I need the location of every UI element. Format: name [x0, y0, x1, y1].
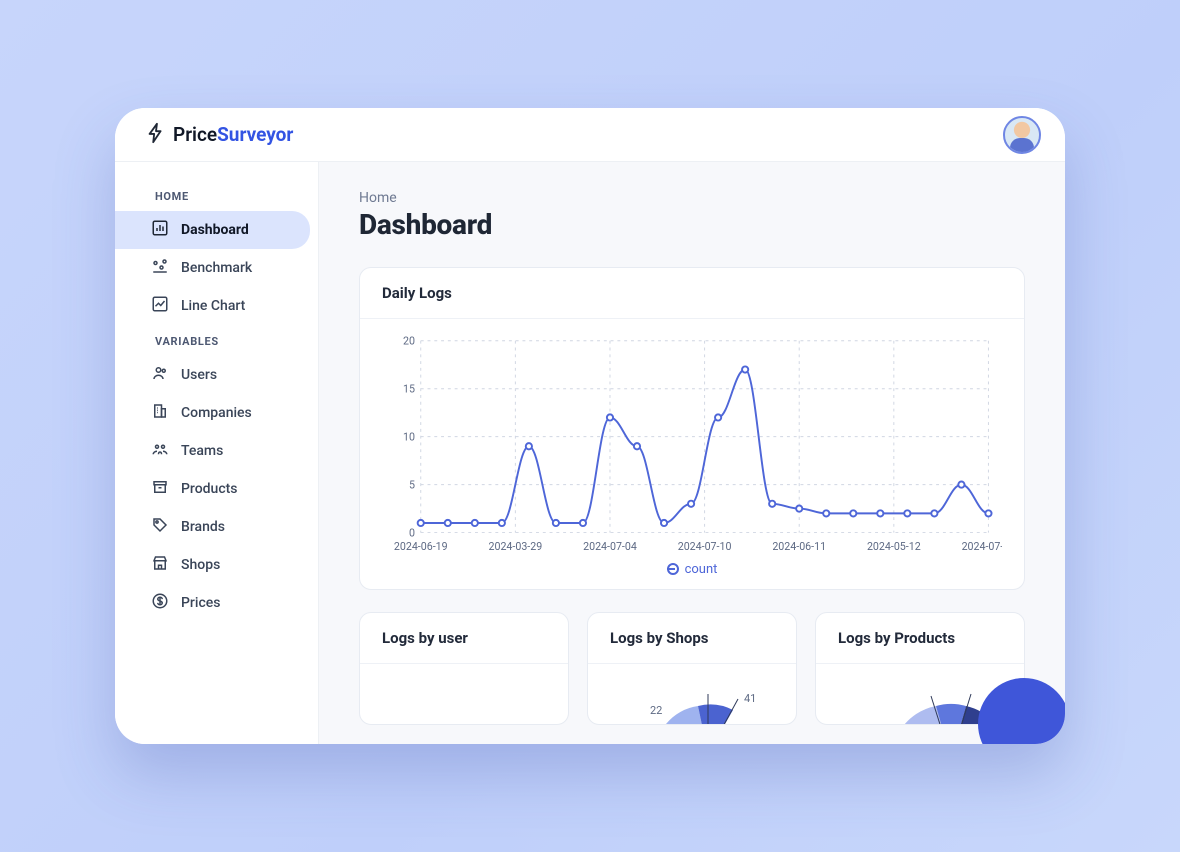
card-title: Logs by Shops — [588, 613, 796, 664]
pie-chart-icon: 22 41 — [638, 684, 778, 724]
svg-text:2024-05-12: 2024-05-12 — [867, 540, 921, 553]
sidebar-item-label: Dashboard — [181, 222, 249, 238]
sidebar-item-benchmark[interactable]: Benchmark — [115, 249, 310, 287]
svg-text:10: 10 — [403, 431, 415, 444]
brand-name: PriceSurveyor — [173, 123, 293, 146]
sidebar-item-brands[interactable]: Brands — [115, 508, 310, 546]
svg-text:20: 20 — [403, 335, 415, 348]
logs-by-user-card: Logs by user — [359, 612, 569, 725]
main-content: Home Dashboard Daily Logs 0 5 10 15 20 2024-0… — [319, 162, 1065, 744]
daily-logs-chart: 0 5 10 15 20 2024-06-19 2024-03-29 2024-07-04 20… — [382, 333, 1002, 556]
shop-icon — [151, 554, 169, 576]
page-title: Dashboard — [359, 208, 1025, 241]
bolt-icon — [145, 122, 167, 148]
sidebar-item-label: Users — [181, 367, 217, 383]
sidebar-item-label: Teams — [181, 443, 223, 459]
sidebar-item-label: Benchmark — [181, 260, 252, 276]
tag-icon — [151, 516, 169, 538]
sidebar-item-label: Line Chart — [181, 298, 245, 314]
sidebar-heading-home: HOME — [115, 180, 318, 211]
chart-legend: count — [382, 562, 1002, 577]
card-title: Daily Logs — [360, 268, 1024, 319]
sidebar: HOME Dashboard Benchmark Line Chart VAR — [115, 162, 319, 744]
svg-text:2024-06-11: 2024-06-11 — [772, 540, 826, 553]
svg-text:2024-07-28: 2024-07-28 — [962, 540, 1002, 553]
breadcrumb[interactable]: Home — [359, 190, 1025, 206]
sidebar-item-shops[interactable]: Shops — [115, 546, 310, 584]
daily-logs-card: Daily Logs 0 5 10 15 20 2024-06-19 2024-03-29 2… — [359, 267, 1025, 590]
svg-text:2024-06-19: 2024-06-19 — [394, 540, 448, 553]
sidebar-item-line-chart[interactable]: Line Chart — [115, 287, 310, 325]
summary-row: Logs by user Logs by Shops 22 41 — [359, 612, 1025, 725]
sidebar-heading-variables: VARIABLES — [115, 325, 318, 356]
sidebar-item-companies[interactable]: Companies — [115, 394, 310, 432]
bar-chart-icon — [151, 219, 169, 241]
sidebar-item-label: Companies — [181, 405, 252, 421]
sidebar-item-prices[interactable]: Prices — [115, 584, 310, 622]
svg-text:2024-07-04: 2024-07-04 — [583, 540, 637, 553]
sidebar-item-dashboard[interactable]: Dashboard — [115, 211, 310, 249]
people-icon — [151, 364, 169, 386]
building-icon — [151, 402, 169, 424]
sidebar-item-label: Products — [181, 481, 238, 497]
scatter-icon — [151, 257, 169, 279]
svg-text:0: 0 — [409, 526, 415, 539]
legend-label: count — [685, 562, 718, 577]
sidebar-item-users[interactable]: Users — [115, 356, 310, 394]
sidebar-item-products[interactable]: Products — [115, 470, 310, 508]
sidebar-item-label: Brands — [181, 519, 225, 535]
svg-text:2024-07-10: 2024-07-10 — [678, 540, 732, 553]
app-window: PriceSurveyor HOME Dashboard Benchmark — [115, 108, 1065, 744]
topbar: PriceSurveyor — [115, 108, 1065, 162]
sidebar-item-label: Shops — [181, 557, 220, 573]
brand-logo[interactable]: PriceSurveyor — [145, 122, 293, 148]
group-icon — [151, 440, 169, 462]
sidebar-item-teams[interactable]: Teams — [115, 432, 310, 470]
line-chart-icon — [151, 295, 169, 317]
logs-by-products-card: Logs by Products — [815, 612, 1025, 725]
sidebar-item-label: Prices — [181, 595, 220, 611]
svg-text:5: 5 — [409, 478, 415, 491]
card-title: Logs by user — [360, 613, 568, 664]
user-avatar[interactable] — [1003, 116, 1041, 154]
archive-icon — [151, 478, 169, 500]
logs-by-shops-card: Logs by Shops 22 41 — [587, 612, 797, 725]
svg-text:15: 15 — [403, 383, 415, 396]
dollar-icon — [151, 592, 169, 614]
pie-slice-label: 41 — [744, 692, 756, 705]
card-title: Logs by Products — [816, 613, 1024, 664]
svg-text:2024-03-29: 2024-03-29 — [488, 540, 542, 553]
pie-slice-label: 22 — [650, 704, 662, 717]
